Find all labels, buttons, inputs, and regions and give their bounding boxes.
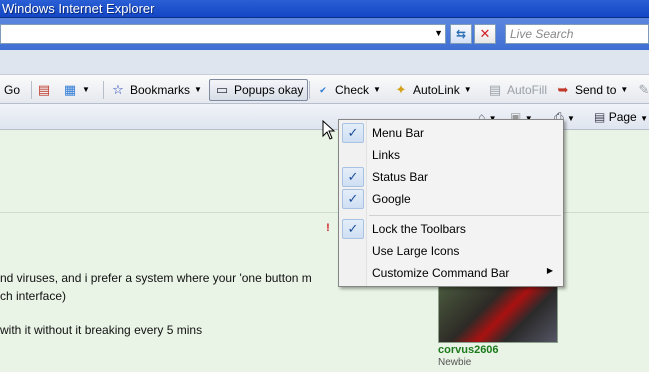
post-text-line: nd viruses, and i prefer a system where … bbox=[0, 271, 312, 285]
autolink-button[interactable]: ✦ AutoLink ▼ bbox=[393, 79, 472, 101]
google-toolbar: Go ▤ ▦ ▼ ☆ Bookmarks ▼ ▭ Popups okay ✔ C… bbox=[0, 74, 649, 104]
check-icon: ✓ bbox=[342, 167, 364, 187]
chevron-down-icon: ▼ bbox=[194, 85, 202, 94]
go-button[interactable]: Go bbox=[4, 79, 20, 101]
chevron-down-icon: ▼ bbox=[463, 85, 472, 94]
popups-label: Popups okay bbox=[234, 83, 304, 97]
go-label: Go bbox=[4, 83, 21, 97]
bookmarks-button[interactable]: ☆ Bookmarks ▼ bbox=[110, 79, 202, 101]
chevron-down-icon: ▼ bbox=[373, 85, 381, 94]
avatar[interactable] bbox=[438, 281, 558, 343]
autofill-label: AutoFill bbox=[507, 83, 548, 97]
toolbar-separator bbox=[309, 81, 310, 99]
autolink-label: AutoLink bbox=[413, 83, 460, 97]
menu-item-label: Use Large Icons bbox=[372, 244, 460, 258]
toolbar-context-menu: ✓ Menu Bar Links ✓ Status Bar ✓ Google ✓… bbox=[338, 119, 564, 287]
chevron-down-icon: ▼ bbox=[620, 85, 629, 94]
menu-item-lock-toolbars[interactable]: ✓ Lock the Toolbars bbox=[339, 218, 563, 240]
pencil-icon: ✎ bbox=[638, 82, 649, 97]
check-icon: ✓ bbox=[342, 123, 364, 143]
menu-item-label: Lock the Toolbars bbox=[372, 222, 466, 236]
highlighter-button[interactable]: ✎ bbox=[636, 79, 649, 101]
pagerank-button[interactable]: ▤ bbox=[36, 79, 52, 101]
menu-item-large-icons[interactable]: Use Large Icons bbox=[339, 240, 563, 262]
address-row: ▼ ⇆ ✕ Live Search bbox=[0, 18, 649, 50]
chevron-down-icon: ▼ bbox=[566, 114, 575, 123]
menu-item-label: Google bbox=[372, 192, 411, 206]
send-icon: ➥ bbox=[557, 82, 569, 97]
menu-item-links[interactable]: Links bbox=[339, 144, 563, 166]
menu-item-status-bar[interactable]: ✓ Status Bar bbox=[339, 166, 563, 188]
address-dropdown-icon[interactable]: ▼ bbox=[434, 28, 443, 38]
stop-button[interactable]: ✕ bbox=[474, 24, 496, 44]
check-icon: ✓ bbox=[342, 219, 364, 239]
menu-item-label: Status Bar bbox=[372, 170, 429, 184]
post-text-line: ch interface) bbox=[0, 289, 67, 303]
spellcheck-icon: ✔ bbox=[319, 85, 327, 95]
menu-item-google[interactable]: ✓ Google bbox=[339, 188, 563, 210]
check-label: Check bbox=[335, 83, 370, 97]
mouse-cursor-icon bbox=[322, 120, 336, 140]
star-icon: ☆ bbox=[112, 82, 124, 97]
popup-blocker-icon: ▭ bbox=[215, 82, 229, 97]
autofill-button[interactable]: ▤ AutoFill bbox=[487, 79, 547, 101]
menu-item-label: Links bbox=[372, 148, 401, 162]
magic-wand-icon: ✦ bbox=[395, 82, 407, 97]
user-rank: Newbie bbox=[438, 357, 472, 368]
tab-strip bbox=[0, 50, 649, 74]
sendto-label: Send to bbox=[575, 83, 617, 97]
menu-item-menu-bar[interactable]: ✓ Menu Bar bbox=[339, 122, 563, 144]
submenu-arrow-icon: ▶ bbox=[546, 266, 553, 275]
address-input[interactable]: ▼ bbox=[0, 24, 446, 44]
autofill-icon: ▤ bbox=[488, 82, 502, 97]
options-icon: ▦ bbox=[63, 82, 77, 97]
page-label: Page bbox=[608, 110, 637, 124]
options-button[interactable]: ▦ ▼ bbox=[62, 79, 90, 101]
toolbar-separator bbox=[31, 81, 32, 99]
page-menu-button[interactable]: ▤ Page ▼ bbox=[594, 108, 648, 126]
sendto-button[interactable]: ➥ Send to ▼ bbox=[555, 79, 629, 101]
search-input[interactable]: Live Search bbox=[505, 24, 649, 44]
spellcheck-button[interactable]: ✔ Check ▼ bbox=[315, 79, 381, 101]
popups-button[interactable]: ▭ Popups okay bbox=[209, 79, 309, 101]
check-icon: ✓ bbox=[342, 189, 364, 209]
window-title: Windows Internet Explorer bbox=[2, 1, 155, 16]
menu-separator bbox=[369, 215, 561, 216]
warning-icon[interactable]: ! bbox=[321, 221, 335, 235]
menu-item-label: Menu Bar bbox=[372, 126, 425, 140]
post-text-line: with it without it breaking every 5 mins bbox=[0, 323, 203, 337]
pagerank-icon: ▤ bbox=[37, 82, 51, 97]
username-link[interactable]: corvus2606 bbox=[438, 344, 499, 356]
chevron-down-icon: ▼ bbox=[640, 114, 648, 123]
refresh-button[interactable]: ⇆ bbox=[450, 24, 472, 44]
window-titlebar: Windows Internet Explorer bbox=[0, 0, 649, 18]
chevron-down-icon: ▼ bbox=[82, 85, 90, 94]
bookmarks-label: Bookmarks bbox=[130, 83, 191, 97]
toolbar-separator bbox=[103, 81, 104, 99]
menu-item-customize-command-bar[interactable]: Customize Command Bar ▶ bbox=[339, 262, 563, 284]
menu-item-label: Customize Command Bar bbox=[372, 266, 510, 280]
page-icon: ▤ bbox=[594, 110, 606, 124]
